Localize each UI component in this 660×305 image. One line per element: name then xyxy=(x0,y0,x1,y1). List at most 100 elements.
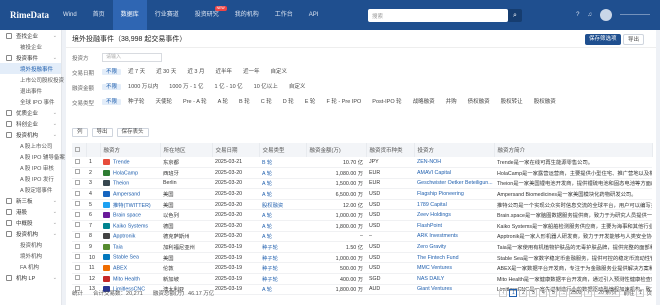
filter-option[interactable]: 近 7 天 xyxy=(124,69,149,75)
export-page-button[interactable]: 导出 xyxy=(623,34,645,45)
filter-option[interactable]: Post-IPO 轮 xyxy=(368,99,405,105)
sidebar-item[interactable]: 查找企业 ⌄ xyxy=(0,30,61,41)
row-checkbox[interactable] xyxy=(75,222,80,228)
sidebar-item[interactable]: 投资机构 ⌄ xyxy=(0,129,61,140)
next-page-icon[interactable]: › xyxy=(584,289,593,297)
sidebar-item[interactable]: A 股 IPO 审核 xyxy=(0,162,61,173)
investor-cell[interactable]: Flagship Pioneering xyxy=(414,188,494,200)
row-checkbox[interactable] xyxy=(75,254,80,260)
filter-option[interactable]: 并购 xyxy=(442,99,461,105)
filter-option[interactable]: F 轮 - Pre IPO xyxy=(322,99,365,105)
filter-option[interactable]: E 轮 xyxy=(301,99,320,105)
sidebar-item[interactable]: 科创企业 ⌄ xyxy=(0,118,61,129)
save-filter-button[interactable]: 保存筛选项 xyxy=(585,34,621,45)
company-name-link[interactable]: Brain space xyxy=(113,212,141,218)
page-number[interactable]: 4 xyxy=(539,289,548,297)
investor-cell[interactable]: Zero Gravity xyxy=(414,241,494,253)
filter-option[interactable]: 股权融资 xyxy=(530,99,560,105)
table-row[interactable]: 10 Stable Sea 美国 2025-03-19 种子轮 1,000.00 万 USD… xyxy=(72,252,652,264)
table-row[interactable]: 7 Kaiko Systems 德国 2025-03-20 A 轮 1,800.00 万U… xyxy=(72,220,652,232)
table-row[interactable]: 5 推特(TWITTER) 美国 2025-03-20 股权融资 12.00 亿 USD 17… xyxy=(72,199,652,211)
sidebar-item[interactable]: 中概股 ⌄ xyxy=(0,217,61,228)
sidebar-item[interactable]: 港股 ⌄ xyxy=(0,206,61,217)
row-checkbox[interactable] xyxy=(75,158,80,164)
filter-option[interactable]: 债权融资 xyxy=(464,99,494,105)
sidebar-item[interactable]: 境外机构 xyxy=(0,250,61,261)
investor-cell[interactable]: FlashPoint xyxy=(414,220,494,232)
investor-cell[interactable]: MMC Ventures xyxy=(414,262,494,275)
company-name-link[interactable]: Mito Health xyxy=(113,276,140,282)
investor-cell[interactable]: The Fintech Fund xyxy=(414,252,494,264)
investor-cell[interactable]: Geschwister Oetker Beteiligun... xyxy=(414,178,494,190)
row-checkbox[interactable] xyxy=(75,275,80,281)
search-button[interactable]: ⌕ xyxy=(508,9,522,22)
table-row[interactable]: 9 Taia 加利福尼亚州 2025-03-19 种子轮 1.50 亿 USD Zero Gr… xyxy=(72,241,652,253)
nav-item[interactable]: 数据库 xyxy=(112,0,147,30)
row-checkbox[interactable] xyxy=(75,169,80,175)
investor-cell[interactable]: ZEN-NOH xyxy=(414,157,494,169)
company-name-link[interactable]: Trende xyxy=(113,159,130,165)
table-row[interactable]: 8 Apptronik 德克萨斯州 2025-03-20 A 轮 – – ARK Invest… xyxy=(72,231,652,243)
save-header-button[interactable]: 保存表头 xyxy=(116,128,149,137)
app-logo[interactable]: RimeData xyxy=(0,10,55,20)
column-header[interactable]: 融资货币种类 xyxy=(366,143,415,157)
avatar[interactable] xyxy=(600,9,612,21)
sidebar-item[interactable]: 投资机构 ⌄ xyxy=(0,228,61,239)
column-header[interactable]: 所在地区 xyxy=(160,143,213,157)
columns-button[interactable]: 列 xyxy=(72,128,88,137)
filter-option[interactable]: 近 30 天 xyxy=(152,69,180,75)
page-size-select[interactable]: 20 条/页 xyxy=(594,289,621,297)
prev-page-icon[interactable]: ‹ xyxy=(499,289,508,297)
page-number[interactable]: ... xyxy=(559,289,568,297)
filter-option[interactable]: A 轮 xyxy=(214,99,232,105)
sidebar-item[interactable]: A 股 IPO 发行 xyxy=(0,173,61,184)
filter-option[interactable]: 近半年 xyxy=(211,69,236,75)
company-name-link[interactable]: Theion xyxy=(113,181,129,187)
sidebar-item[interactable]: 全球 IPO 事件 xyxy=(0,96,61,107)
sidebar-item[interactable]: 新三板 ⌄ xyxy=(0,195,61,206)
investor-input[interactable]: 请输入 xyxy=(102,53,162,62)
filter-option[interactable]: 股权转让 xyxy=(497,99,527,105)
company-name-link[interactable]: Ampersand xyxy=(113,191,140,197)
sidebar-item[interactable]: 境外投融事件 xyxy=(0,63,61,74)
nav-item[interactable]: 工作台 xyxy=(267,0,301,30)
investor-cell[interactable]: NAS DAILY xyxy=(414,273,494,285)
nav-item[interactable]: 行业赛道 xyxy=(147,0,187,30)
global-search-input[interactable]: 搜索 xyxy=(368,9,508,22)
company-name-link[interactable]: Taia xyxy=(113,244,123,250)
page-number[interactable]: 2 xyxy=(519,289,528,297)
filter-option[interactable]: 不限 xyxy=(102,84,122,90)
page-number[interactable]: 1 xyxy=(509,289,518,297)
company-name-link[interactable]: 推特(TWITTER) xyxy=(113,203,151,209)
table-row[interactable]: 4 Ampersand 美国 2025-03-20 A 轮 6,500.00 万 USD Fl… xyxy=(72,188,652,200)
table-row[interactable]: 11 ABEX 伦敦 2025-03-19 种子轮 500.00 万 USD MMC Vent… xyxy=(72,262,652,275)
sidebar-item[interactable]: FA 机构 xyxy=(0,261,61,272)
filter-option[interactable]: 近一年 xyxy=(239,69,264,75)
filter-option[interactable]: 1 亿 - 10 亿 xyxy=(211,84,247,90)
sidebar-item[interactable]: 优质企业 ⌄ xyxy=(0,107,61,118)
sidebar-item[interactable]: 上市公司股权投资 xyxy=(0,74,64,85)
nav-item[interactable]: API xyxy=(301,0,327,30)
sidebar-item[interactable]: 投资机构 xyxy=(0,239,61,250)
sidebar-item[interactable]: 机构 LP ⌄ xyxy=(0,272,61,283)
goto-input[interactable]: 1 xyxy=(636,289,645,297)
investor-cell[interactable]: 1789 Capital xyxy=(414,199,494,211)
page-number[interactable]: 3 xyxy=(529,289,538,297)
filter-option[interactable]: 不限 xyxy=(102,99,122,105)
filter-option[interactable]: 天使轮 xyxy=(152,99,177,105)
user-name[interactable]: ————— xyxy=(620,12,650,18)
page-number[interactable]: 5 xyxy=(549,289,558,297)
nav-item[interactable]: Wind xyxy=(55,0,85,30)
table-row[interactable]: 6 Brain space 以色列 2025-03-20 A 轮 1,000.00 万 US… xyxy=(72,209,652,222)
company-name-link[interactable]: Kaiko Systems xyxy=(113,223,148,229)
bell-icon[interactable]: ♫ xyxy=(588,12,593,18)
sidebar-item[interactable]: 退出事件 xyxy=(0,85,61,96)
nav-item[interactable]: 投资研究 NEW xyxy=(187,0,227,30)
company-name-link[interactable]: HolaCamp xyxy=(113,170,138,176)
sidebar-item[interactable]: 投资事件 ⌄ xyxy=(0,52,61,63)
filter-option[interactable]: B 轮 xyxy=(235,99,254,105)
column-header[interactable]: 融资方简介 xyxy=(494,143,653,157)
filter-option[interactable]: 不限 xyxy=(102,69,122,75)
sidebar-item[interactable]: A 股 IPO 辅导备案 xyxy=(0,151,65,162)
filter-option[interactable]: 近 3 月 xyxy=(183,69,208,75)
